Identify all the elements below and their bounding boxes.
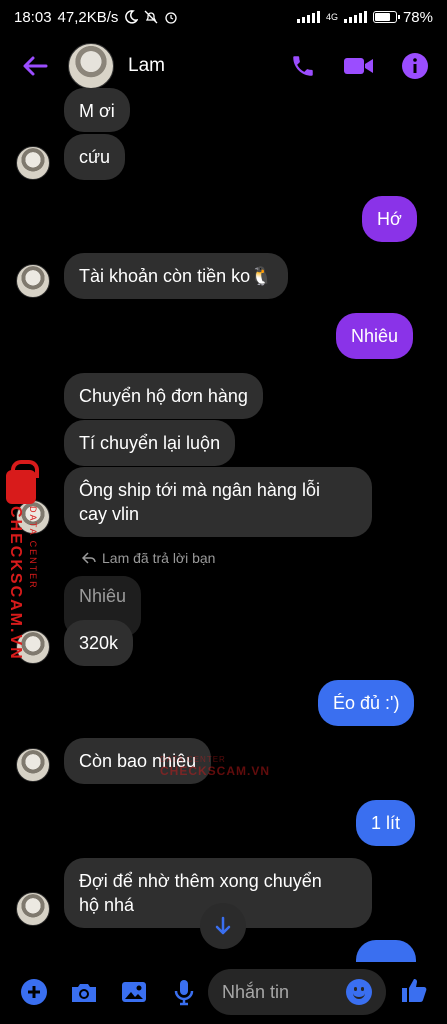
more-actions-button[interactable] [20, 978, 48, 1006]
camera-icon [72, 984, 96, 1002]
microphone-icon [174, 980, 194, 1006]
watermark-brand: CHECKSCAM.VN [7, 506, 24, 661]
gallery-button[interactable] [120, 978, 148, 1006]
moon-icon [125, 10, 139, 24]
scroll-to-bottom-button[interactable] [200, 903, 246, 949]
sender-avatar[interactable] [16, 264, 50, 298]
battery-percent: 78% [402, 8, 433, 26]
status-bar: 18:03 47,2KB/s 4G 78% [0, 0, 447, 34]
reply-note: Lam đã trả lời bạn [82, 550, 215, 566]
reply-arrow-icon [82, 552, 96, 564]
signal-2-icon [343, 11, 367, 23]
chat-header: Lam [0, 34, 447, 98]
message-incoming[interactable]: Ông ship tới mà ngân hàng lỗi cay vlin [64, 467, 372, 537]
message-outgoing[interactable]: 1 lít [356, 800, 416, 846]
message-line: cay vlin [79, 504, 140, 524]
network-type: 4G [325, 11, 338, 22]
message-outgoing[interactable]: Éo đủ :') [318, 680, 415, 726]
message-input-placeholder: Nhắn tin [222, 981, 290, 1002]
message-incoming[interactable]: 320k [64, 620, 134, 666]
message-outgoing-partial[interactable] [356, 940, 416, 962]
reply-note-text: Lam đã trả lời bạn [102, 550, 216, 566]
message-outgoing[interactable]: Nhiêu [336, 313, 414, 359]
battery-icon [372, 11, 400, 23]
net-speed: 47,2KB/s [57, 8, 119, 26]
info-icon [402, 53, 428, 79]
mute-bell-icon [144, 10, 158, 24]
info-button[interactable] [399, 50, 431, 82]
message-line: Ông ship tới mà ngân hàng lỗi [79, 480, 320, 500]
message-line: Đợi để nhờ thêm xong chuyển [79, 871, 322, 891]
message-input[interactable]: Nhắn tin [208, 969, 386, 1015]
call-button[interactable] [287, 50, 319, 82]
signal-icon [296, 11, 320, 23]
clock: 18:03 [14, 8, 52, 26]
voice-button[interactable] [170, 978, 198, 1006]
contact-avatar[interactable] [68, 43, 114, 89]
sender-avatar[interactable] [16, 748, 50, 782]
back-arrow-icon [23, 56, 48, 76]
video-call-button[interactable] [343, 50, 375, 82]
camera-button[interactable] [70, 978, 98, 1006]
sender-avatar[interactable] [16, 892, 50, 926]
watermark-lock-icon [6, 460, 39, 504]
back-button[interactable] [16, 47, 54, 85]
watermark-sub: DATA CENTER [28, 506, 38, 590]
thumbs-up-icon [402, 979, 427, 1002]
message-incoming[interactable]: cứu [64, 134, 126, 180]
message-incoming[interactable]: Tí chuyển lại luộn [64, 420, 236, 466]
image-icon [122, 982, 146, 1002]
emoji-icon[interactable] [346, 979, 372, 1005]
video-camera-icon [344, 58, 373, 74]
contact-name[interactable]: Lam [128, 55, 165, 77]
message-incoming[interactable]: Tài khoản còn tiền ko🐧 [64, 253, 288, 299]
message-incoming[interactable]: Chuyển hộ đơn hàng [64, 373, 263, 419]
plus-icon [21, 979, 47, 1005]
watermark-center-brand: CHECKSCAM.VN [160, 764, 271, 778]
phone-icon [293, 56, 313, 76]
like-button[interactable] [400, 976, 428, 1004]
alarm-icon [165, 12, 178, 24]
arrow-down-icon [215, 916, 231, 935]
message-outgoing[interactable]: Hớ [362, 196, 417, 242]
sender-avatar[interactable] [16, 146, 50, 180]
watermark-center-sub: DATA CENTER [160, 755, 226, 764]
message-incoming[interactable]: M ơi [64, 88, 130, 132]
